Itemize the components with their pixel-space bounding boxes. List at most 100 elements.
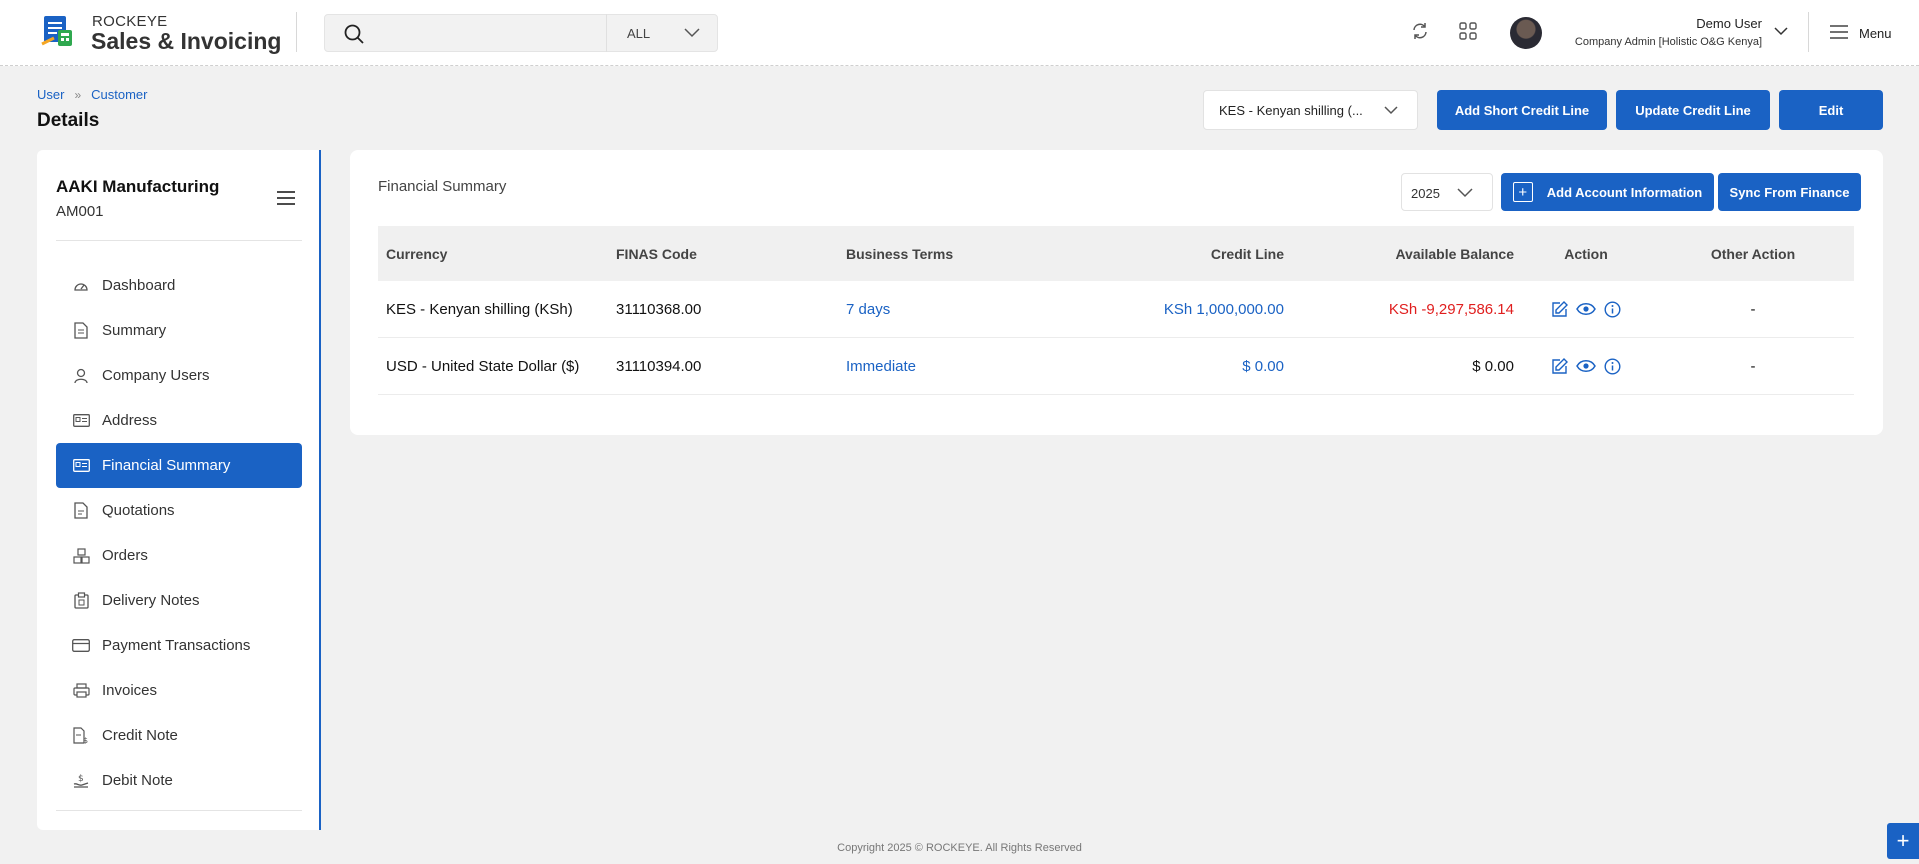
sidebar-item-label: Credit Note [102,727,178,744]
sidebar-item-orders[interactable]: Orders [56,533,302,578]
breadcrumb-user[interactable]: User [37,87,64,102]
page-title: Details [37,110,100,131]
orders-icon [72,547,90,565]
document-icon [72,322,90,340]
quotation-icon [72,502,90,520]
view-eye-icon[interactable] [1576,359,1596,373]
top-header: ROCKEYE Sales & Invoicing ALL Demo User … [0,0,1919,66]
apps-grid-icon[interactable] [1459,22,1477,40]
chevron-down-icon [1457,188,1473,198]
search-icon[interactable] [343,23,365,45]
menu-button[interactable]: Menu [1859,26,1892,41]
cell-available-balance: KSh -9,297,586.14 [1388,300,1514,318]
add-short-credit-line-button[interactable]: Add Short Credit Line [1437,90,1607,130]
card-title: Financial Summary [378,178,507,195]
sidebar-item-dashboard[interactable]: Dashboard [56,263,302,308]
column-header-available-balance: Available Balance [1395,245,1514,262]
dashboard-icon [72,277,90,295]
credit-card-icon [72,637,90,655]
column-header-currency: Currency [386,245,448,262]
cell-other-action: - [1750,357,1756,375]
sidebar-item-company-users[interactable]: Company Users [56,353,302,398]
plus-icon: + [1896,828,1910,853]
financial-summary-table: Currency FINAS Code Business Terms Credi… [378,226,1854,395]
sidebar-item-delivery-notes[interactable]: Delivery Notes [56,578,302,623]
cell-credit-line[interactable]: $ 0.00 [1068,358,1290,375]
financial-summary-card: Financial Summary 2025 + Add Account Inf… [350,150,1883,435]
cell-other-action: - [1750,300,1756,318]
table-row: KES - Kenyan shilling (KSh) 31110368.00 … [378,281,1854,338]
credit-note-icon: $ [72,727,90,745]
add-account-information-label: Add Account Information [1546,184,1703,200]
cell-business-terms[interactable]: 7 days [838,301,1068,318]
menu-icon[interactable] [1830,25,1848,39]
sidebar-item-quotations[interactable]: Quotations [56,488,302,533]
svg-text:$: $ [78,774,84,784]
sync-from-finance-button[interactable]: Sync From Finance [1718,173,1861,211]
avatar[interactable] [1510,17,1542,49]
user-name[interactable]: Demo User [1696,16,1762,31]
currency-select[interactable]: KES - Kenyan shilling (... [1203,90,1418,130]
cell-credit-line[interactable]: KSh 1,000,000.00 [1068,301,1290,318]
cell-finas-code: 31110368.00 [616,300,702,318]
printer-icon [72,682,90,700]
year-select[interactable]: 2025 [1401,173,1493,211]
edit-button[interactable]: Edit [1779,90,1883,130]
sidebar-item-credit-note[interactable]: $ Credit Note [56,713,302,758]
sidebar-item-label: Dashboard [102,277,176,294]
sidebar-item-financial-summary[interactable]: Financial Summary [56,443,302,488]
edit-icon[interactable] [1551,300,1568,318]
sidebar-item-summary[interactable]: Summary [56,308,302,353]
info-icon[interactable] [1604,300,1621,318]
debit-note-icon: $ [72,772,90,790]
view-eye-icon[interactable] [1576,302,1596,316]
customer-code: AM001 [56,203,104,220]
currency-select-value: KES - Kenyan shilling (... [1219,103,1363,118]
cell-finas-code: 31110394.00 [616,357,702,375]
breadcrumb: User » Customer [37,87,148,102]
user-role: Company Admin [Holistic O&G Kenya] [1574,36,1762,48]
column-header-other-action: Other Action [1710,245,1796,262]
brand-name: Sales & Invoicing [91,28,282,54]
chevron-down-icon[interactable] [1773,26,1789,37]
sidebar-item-debit-note[interactable]: $ Debit Note [56,758,302,803]
search-scope-label: ALL [627,26,651,41]
add-account-information-button[interactable]: + Add Account Information [1501,173,1714,211]
breadcrumb-customer[interactable]: Customer [91,87,147,102]
cell-business-terms[interactable]: Immediate [838,358,1068,375]
app-logo-icon[interactable] [40,14,76,48]
breadcrumb-separator-icon: » [74,87,82,102]
sidebar-item-label: Financial Summary [102,457,231,474]
column-header-credit-line: Credit Line [1210,245,1284,262]
table-row: USD - United State Dollar ($) 31110394.0… [378,338,1854,395]
chevron-down-icon [1384,106,1398,115]
chevron-down-icon [684,28,700,38]
user-icon [72,367,90,385]
search-scope-dropdown[interactable]: ALL [606,14,718,52]
floating-add-button[interactable]: + [1887,823,1919,859]
finance-card-icon [72,457,90,475]
clipboard-icon [72,592,90,610]
address-card-icon [72,412,90,430]
edit-icon[interactable] [1551,357,1568,375]
info-icon[interactable] [1604,357,1621,375]
refresh-icon[interactable] [1411,22,1429,40]
sidebar-toggle-icon[interactable] [277,190,295,206]
column-header-action: Action [1564,245,1608,262]
row-actions [1520,300,1652,318]
divider [56,810,302,811]
update-credit-line-button[interactable]: Update Credit Line [1616,90,1770,130]
header-divider [296,12,297,52]
row-actions [1520,357,1652,375]
customer-name: AAKI Manufacturing [56,177,220,196]
sidebar-item-invoices[interactable]: Invoices [56,668,302,713]
table-header: Currency FINAS Code Business Terms Credi… [378,226,1854,281]
sidebar-item-address[interactable]: Address [56,398,302,443]
cell-currency: USD - United State Dollar ($) [386,357,580,375]
column-header-business-terms: Business Terms [846,245,954,262]
sidebar-item-label: Address [102,412,158,429]
sidebar-item-payment-transactions[interactable]: Payment Transactions [56,623,302,668]
sidebar-item-label: Payment Transactions [102,637,251,654]
footer-copyright: Copyright 2025 © ROCKEYE. All Rights Res… [837,842,1082,854]
plus-icon: + [1512,182,1533,202]
